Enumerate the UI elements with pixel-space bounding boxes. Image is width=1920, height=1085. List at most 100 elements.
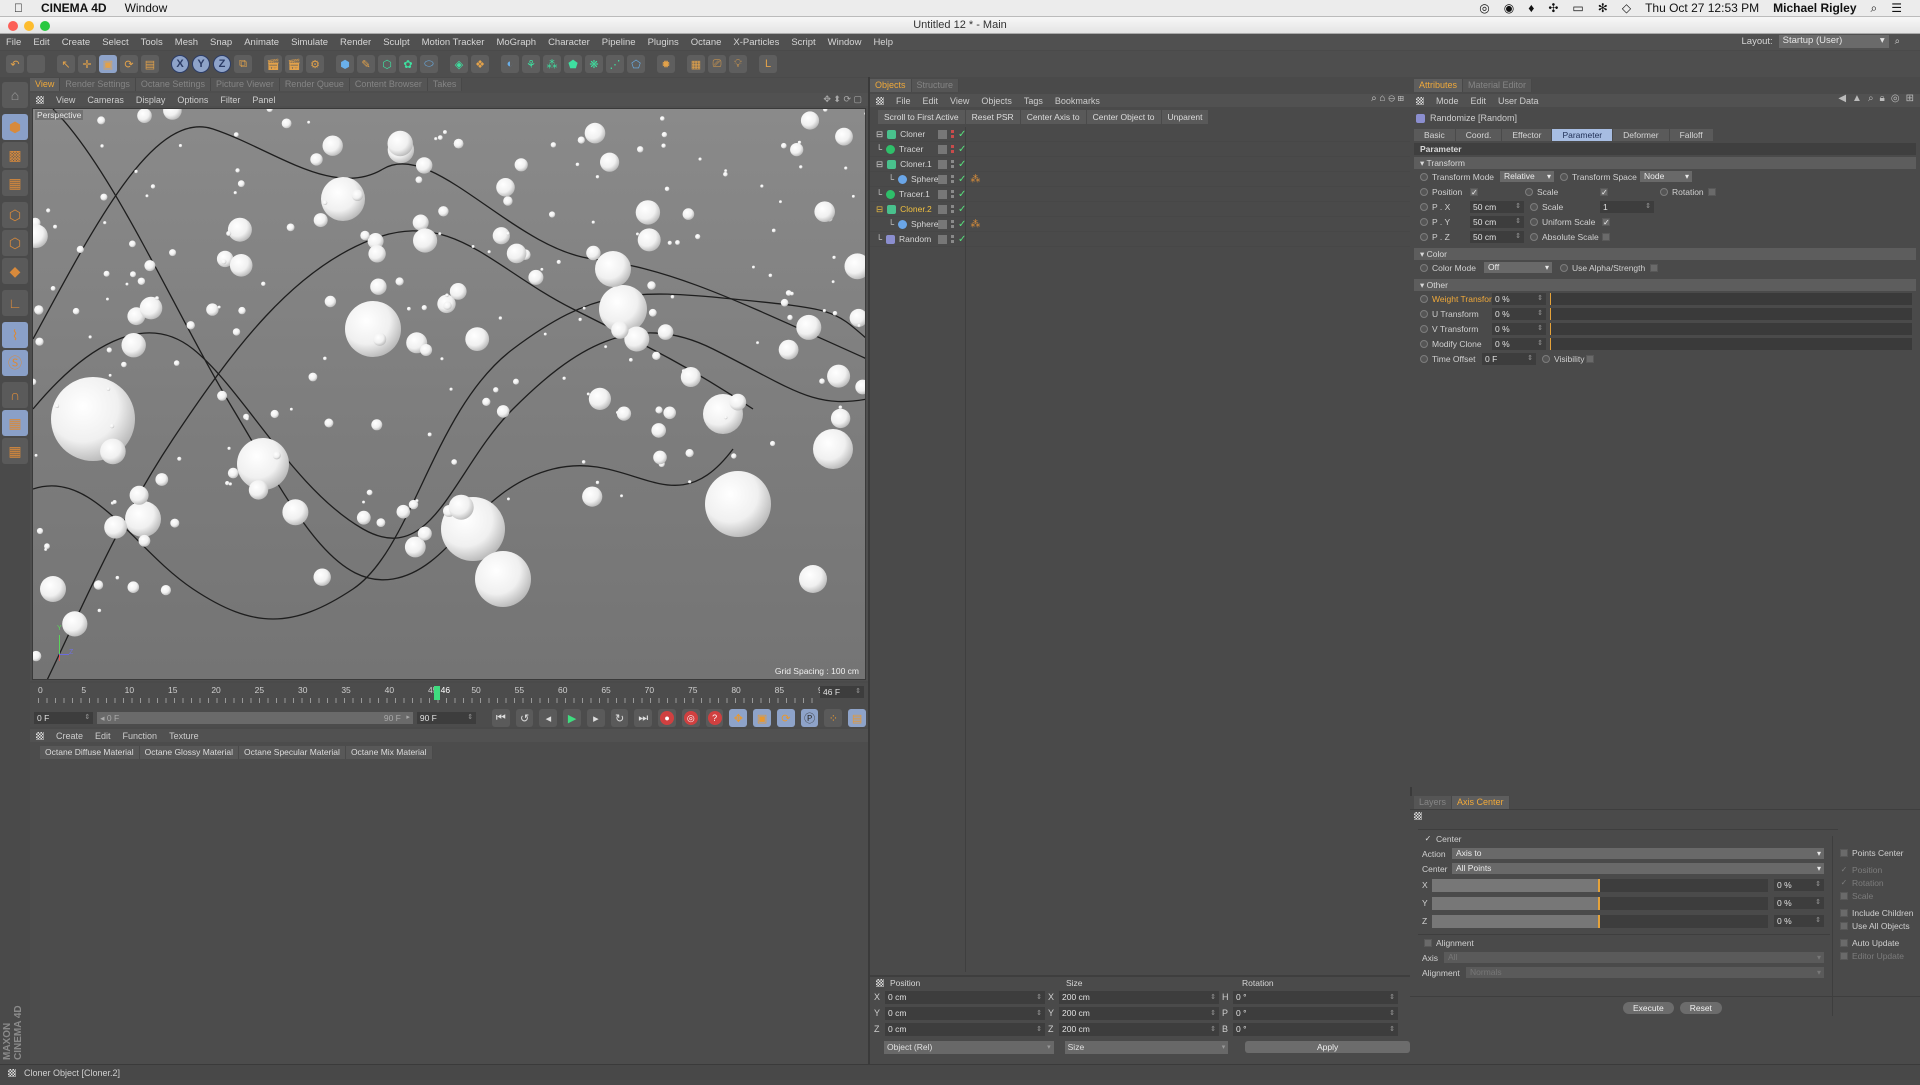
menu-simulate[interactable]: Simulate [291,37,328,48]
spinner-icon[interactable]: ⇕ [1389,991,1395,1004]
points-center-checkbox[interactable] [1840,848,1848,857]
pen-icon[interactable]: ✎ [357,55,375,73]
render-view-icon[interactable]: 🎬︎ [264,55,282,73]
object-name[interactable]: Tracer.1 [899,189,930,199]
tab-structure[interactable]: Structure [911,79,960,92]
axis-x-slider[interactable] [1432,878,1768,892]
collapse-icon[interactable]: ⊟ [876,159,883,170]
tab-attributes[interactable]: Attributes [1414,79,1464,92]
go-to-end-button[interactable]: ⏭ [634,709,653,727]
u-transform-field[interactable]: 0 % ⇕ [1492,308,1546,320]
scale-field[interactable]: 1 ⇕ [1600,201,1654,213]
animate-radio[interactable] [1525,187,1533,196]
keyframe-selection-button[interactable]: ? [705,709,724,727]
panel-grip-icon[interactable] [1414,812,1422,820]
object-row[interactable]: ⊟ Cloner.2 ✓ [870,202,1410,217]
tab-render-queue[interactable]: Render Queue [279,78,350,91]
layer-icon[interactable] [938,159,947,169]
lock-icon[interactable]: 🔒︎ [1880,93,1885,104]
visibility-dots-icon[interactable] [951,174,954,184]
spinner-icon[interactable]: ⇕ [1389,1007,1395,1020]
position-y-field[interactable]: 0 cm ⇕ [885,1006,1045,1020]
notification-center-icon[interactable]: ☰ [1891,1,1902,15]
animate-radio[interactable] [1420,202,1428,211]
animate-radio[interactable] [1420,217,1428,226]
collapse-icon[interactable]: ⊖ [1388,93,1395,104]
zoom-window-button[interactable] [40,21,50,31]
spinner-icon[interactable]: ⇕ [1389,1023,1395,1036]
include-children-checkbox[interactable] [1840,908,1848,917]
tweak-mode-icon[interactable]: ⌇ [2,322,28,348]
workplane-icon[interactable]: ▦ [2,170,28,196]
lock-workplane-icon[interactable]: ▦ [2,410,28,436]
wifi-icon[interactable]: ◇ [1622,1,1631,15]
deformer-icon[interactable]: ⬭ [420,55,438,73]
drop-icon[interactable]: ♦ [1528,1,1534,15]
3d-viewport[interactable]: Perspective Y Z Grid Spacing : 100 cm [32,108,866,680]
position-checkbox[interactable]: ✓ [1470,187,1478,196]
subtab-basic[interactable]: Basic [1414,129,1456,141]
x-axis-icon[interactable]: X [171,55,189,73]
spinner-icon[interactable]: ⇕ [1036,991,1042,1004]
material-menu-edit[interactable]: Edit [95,731,111,741]
reset-button[interactable]: Reset [1679,1002,1722,1014]
tracer-icon[interactable]: ⋰ [606,55,624,73]
menu-pipeline[interactable]: Pipeline [602,37,636,48]
window-menu[interactable]: Window [125,1,168,15]
panel-grip-icon[interactable] [876,96,884,105]
viewport-nav-icons[interactable]: ✥ ⬍ ⟳ ▢ [823,94,862,105]
subdivision-icon[interactable]: ⬡ [378,55,396,73]
material-menu-function[interactable]: Function [123,731,158,741]
rotate-icon[interactable]: ⟳ [120,55,138,73]
scroll-to-first-active-button[interactable]: Scroll to First Active [878,110,966,124]
object-name[interactable]: Tracer [899,144,923,154]
dropbox-icon[interactable]: ✣ [1548,1,1558,15]
v-transform-field[interactable]: 0 % ⇕ [1492,323,1546,335]
spinner-icon[interactable]: ⇕ [1210,1023,1216,1036]
new-attributes-icon[interactable]: ◎ [1891,93,1900,104]
object-name[interactable]: Sphere [911,219,938,229]
menu-mograph[interactable]: MoGraph [496,37,536,48]
axis-y-field[interactable]: 0 % ⇕ [1774,897,1824,909]
size-z-field[interactable]: 200 cm ⇕ [1059,1022,1219,1036]
menu-x-particles[interactable]: X-Particles [733,37,779,48]
polygons-mode-icon[interactable]: ◆ [2,258,28,284]
menu-snap[interactable]: Snap [210,37,232,48]
spinner-icon[interactable]: ⇕ [1036,1023,1042,1036]
visibility-dots-icon[interactable] [951,129,954,139]
matrix-icon[interactable]: ⁂ [543,55,561,73]
record-scale-button[interactable]: ▣ [753,709,771,727]
make-editable-icon[interactable]: ⌂ [2,82,28,108]
reset-psr-button[interactable]: Reset PSR [965,110,1021,124]
section-color[interactable]: ▾ Color [1414,248,1916,260]
collapse-icon[interactable]: ⊟ [876,204,883,215]
playhead[interactable] [433,686,440,700]
position-z-field[interactable]: 0 cm ⇕ [885,1022,1045,1036]
viewport-menu-view[interactable]: View [56,95,75,105]
action-select[interactable]: Axis to [1452,848,1824,859]
menu-character[interactable]: Character [548,37,590,48]
play-button[interactable]: ▶ [563,709,581,727]
attributes-menu-edit[interactable]: Edit [1471,96,1487,106]
spinner-icon[interactable]: ⇕ [1537,293,1543,305]
spotlight-icon[interactable]: ⌕ [1871,1,1878,16]
layer-icon[interactable] [938,234,947,244]
fracture-icon[interactable]: ⬟ [564,55,582,73]
cube-icon[interactable]: ⬢ [336,55,354,73]
end-frame-field[interactable]: 90 F ⇕ [416,712,477,724]
creative-cloud-icon[interactable]: ◎ [1479,1,1489,15]
object-row[interactable]: └ Sphere ✓ ⁂ [870,172,1410,187]
voronoi-icon[interactable]: ❋ [585,55,603,73]
size-x-field[interactable]: 200 cm ⇕ [1059,990,1219,1004]
material-button-octane-specular-material[interactable]: Octane Specular Material [239,746,346,759]
visibility-checkbox[interactable] [1586,354,1594,363]
array-icon[interactable]: ✿ [399,55,417,73]
material-menu-create[interactable]: Create [56,731,83,741]
spinner-icon[interactable]: ⇕ [1210,1007,1216,1020]
nvidia-icon[interactable]: ◉ [1504,1,1514,15]
spinner-icon[interactable]: ⇕ [1537,323,1543,335]
visibility-dots-icon[interactable] [951,219,954,229]
center-checkbox[interactable]: ✓ [1424,834,1432,843]
animate-radio[interactable] [1660,187,1668,196]
menu-create[interactable]: Create [62,37,91,48]
